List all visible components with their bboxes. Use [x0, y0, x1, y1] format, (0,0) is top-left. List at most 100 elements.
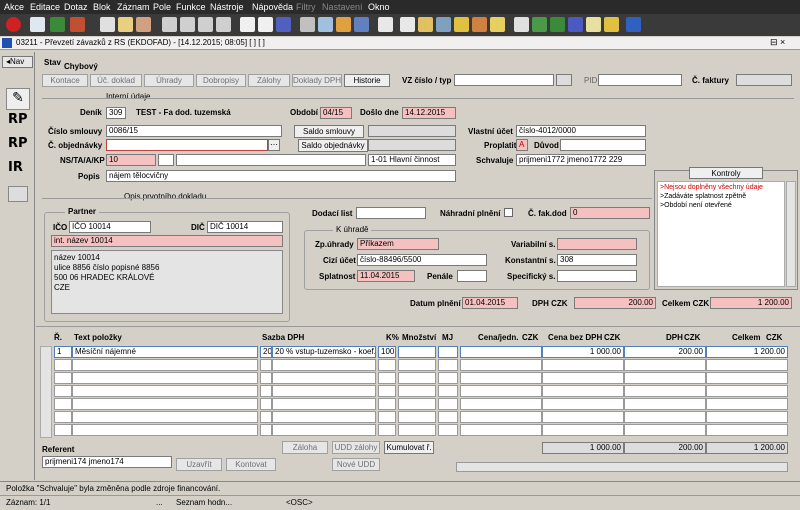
nav-toggle[interactable]: ◂Nav — [2, 56, 33, 68]
stamp-icon[interactable]: ✎ — [6, 88, 30, 110]
save-icon[interactable] — [30, 17, 45, 32]
tab-zalohy[interactable]: Zálohy — [248, 74, 290, 87]
account-input[interactable]: číslo-4012/0000 — [516, 125, 646, 137]
empty-cell[interactable] — [54, 398, 72, 410]
empty-cell[interactable] — [272, 424, 376, 436]
empty-cell[interactable] — [542, 385, 624, 397]
checks-title[interactable]: Kontroly — [689, 167, 763, 179]
empty-cell[interactable] — [260, 372, 272, 384]
empty-cell[interactable] — [72, 385, 258, 397]
excel-icon[interactable] — [532, 17, 547, 32]
empty-cell[interactable] — [272, 411, 376, 423]
empty-cell[interactable] — [460, 359, 542, 371]
duplicate-icon[interactable] — [318, 17, 333, 32]
delivery-input[interactable] — [356, 207, 426, 219]
empty-cell[interactable] — [54, 385, 72, 397]
empty-cell[interactable] — [378, 411, 396, 423]
total-input[interactable]: 1 200.00 — [710, 297, 792, 309]
empty-cell[interactable] — [624, 385, 706, 397]
saldo-contract-button[interactable]: Saldo smlouvy — [294, 125, 364, 138]
new-udd-button[interactable]: Nové UDD — [332, 458, 380, 471]
tab-uhrady[interactable]: Úhrady — [144, 74, 194, 87]
desc-input[interactable]: nájem tělocvičny — [106, 170, 456, 182]
cell-rate_code[interactable]: 20 — [260, 346, 272, 358]
empty-cell[interactable] — [272, 398, 376, 410]
accept-icon[interactable] — [50, 17, 65, 32]
grid-icon[interactable] — [378, 17, 393, 32]
mail-icon[interactable] — [276, 17, 291, 32]
cell-rate[interactable]: 20 % vstup-tuzemsko - koef. — [272, 346, 376, 358]
empty-cell[interactable] — [260, 424, 272, 436]
udd-advance-button[interactable]: UDD zálohy — [332, 441, 380, 454]
empty-cell[interactable] — [624, 424, 706, 436]
empty-cell[interactable] — [398, 385, 436, 397]
menu-funkce[interactable]: Funkce — [176, 2, 206, 12]
fak-input[interactable]: 0 — [570, 207, 650, 219]
empty-cell[interactable] — [438, 398, 458, 410]
empty-cell[interactable] — [542, 398, 624, 410]
empty-cell[interactable] — [260, 398, 272, 410]
order-input[interactable] — [106, 139, 268, 151]
menu-zaznam[interactable]: Záznam — [117, 2, 150, 12]
reload-icon[interactable] — [418, 17, 433, 32]
cumulate-button[interactable]: Kumulovat ř. — [384, 441, 434, 454]
ir-icon[interactable]: IR — [8, 160, 23, 175]
menu-pole[interactable]: Pole — [153, 2, 171, 12]
grid-toggle-icon[interactable] — [8, 186, 28, 202]
menu-nastaveni[interactable]: Nastavení — [322, 2, 363, 12]
new-record-icon[interactable] — [240, 17, 255, 32]
vat-input[interactable]: 200.00 — [574, 297, 656, 309]
empty-cell[interactable] — [438, 385, 458, 397]
empty-cell[interactable] — [624, 372, 706, 384]
empty-cell[interactable] — [54, 411, 72, 423]
empty-cell[interactable] — [398, 359, 436, 371]
replacement-checkbox[interactable] — [504, 208, 513, 217]
print-icon[interactable] — [70, 17, 85, 32]
approve-input[interactable]: prijmeni1772 jmeno1772 229 — [516, 154, 646, 166]
menu-filtry[interactable]: Filtry — [296, 2, 316, 12]
empty-cell[interactable] — [398, 398, 436, 410]
a-input[interactable] — [176, 154, 366, 166]
invoice-input[interactable] — [736, 74, 792, 86]
ico-input[interactable]: IČO 10014 — [69, 221, 151, 233]
empty-cell[interactable] — [378, 372, 396, 384]
close-button[interactable]: Uzavřít — [176, 458, 222, 471]
note-icon[interactable] — [586, 17, 601, 32]
empty-cell[interactable] — [706, 424, 788, 436]
empty-cell[interactable] — [460, 398, 542, 410]
empty-cell[interactable] — [706, 385, 788, 397]
cell-mj[interactable] — [438, 346, 458, 358]
tab-historie[interactable]: Historie — [344, 74, 390, 87]
empty-cell[interactable] — [378, 424, 396, 436]
cell-r[interactable]: 1 — [54, 346, 72, 358]
context-help-icon[interactable] — [626, 17, 641, 32]
empty-cell[interactable] — [438, 411, 458, 423]
sort-desc-icon[interactable] — [180, 17, 195, 32]
pay-input[interactable]: A — [516, 139, 528, 151]
arrival-input[interactable]: 14.12.2015 — [402, 107, 456, 119]
empty-cell[interactable] — [438, 359, 458, 371]
empty-cell[interactable] — [378, 359, 396, 371]
advance-button[interactable]: Záloha — [282, 441, 328, 454]
empty-cell[interactable] — [260, 359, 272, 371]
ta-input[interactable] — [158, 154, 174, 166]
edit-record-icon[interactable] — [258, 17, 273, 32]
cell-base[interactable]: 1 000.00 — [542, 346, 624, 358]
due-input[interactable]: 11.04.2015 — [357, 270, 415, 282]
empty-cell[interactable] — [72, 424, 258, 436]
menu-editace[interactable]: Editace — [30, 2, 60, 12]
method-input[interactable]: Příkazem — [357, 238, 439, 250]
paste-icon[interactable] — [118, 17, 133, 32]
empty-cell[interactable] — [542, 424, 624, 436]
cell-total[interactable]: 1 200.00 — [706, 346, 788, 358]
empty-cell[interactable] — [460, 372, 542, 384]
clock-icon[interactable] — [436, 17, 451, 32]
empty-cell[interactable] — [54, 359, 72, 371]
empty-cell[interactable] — [706, 411, 788, 423]
empty-cell[interactable] — [460, 411, 542, 423]
var-input[interactable] — [557, 238, 637, 250]
empty-cell[interactable] — [72, 372, 258, 384]
tab-dobropisy[interactable]: Dobropisy — [196, 74, 246, 87]
empty-cell[interactable] — [260, 385, 272, 397]
checks-scrollbar[interactable] — [786, 181, 796, 287]
